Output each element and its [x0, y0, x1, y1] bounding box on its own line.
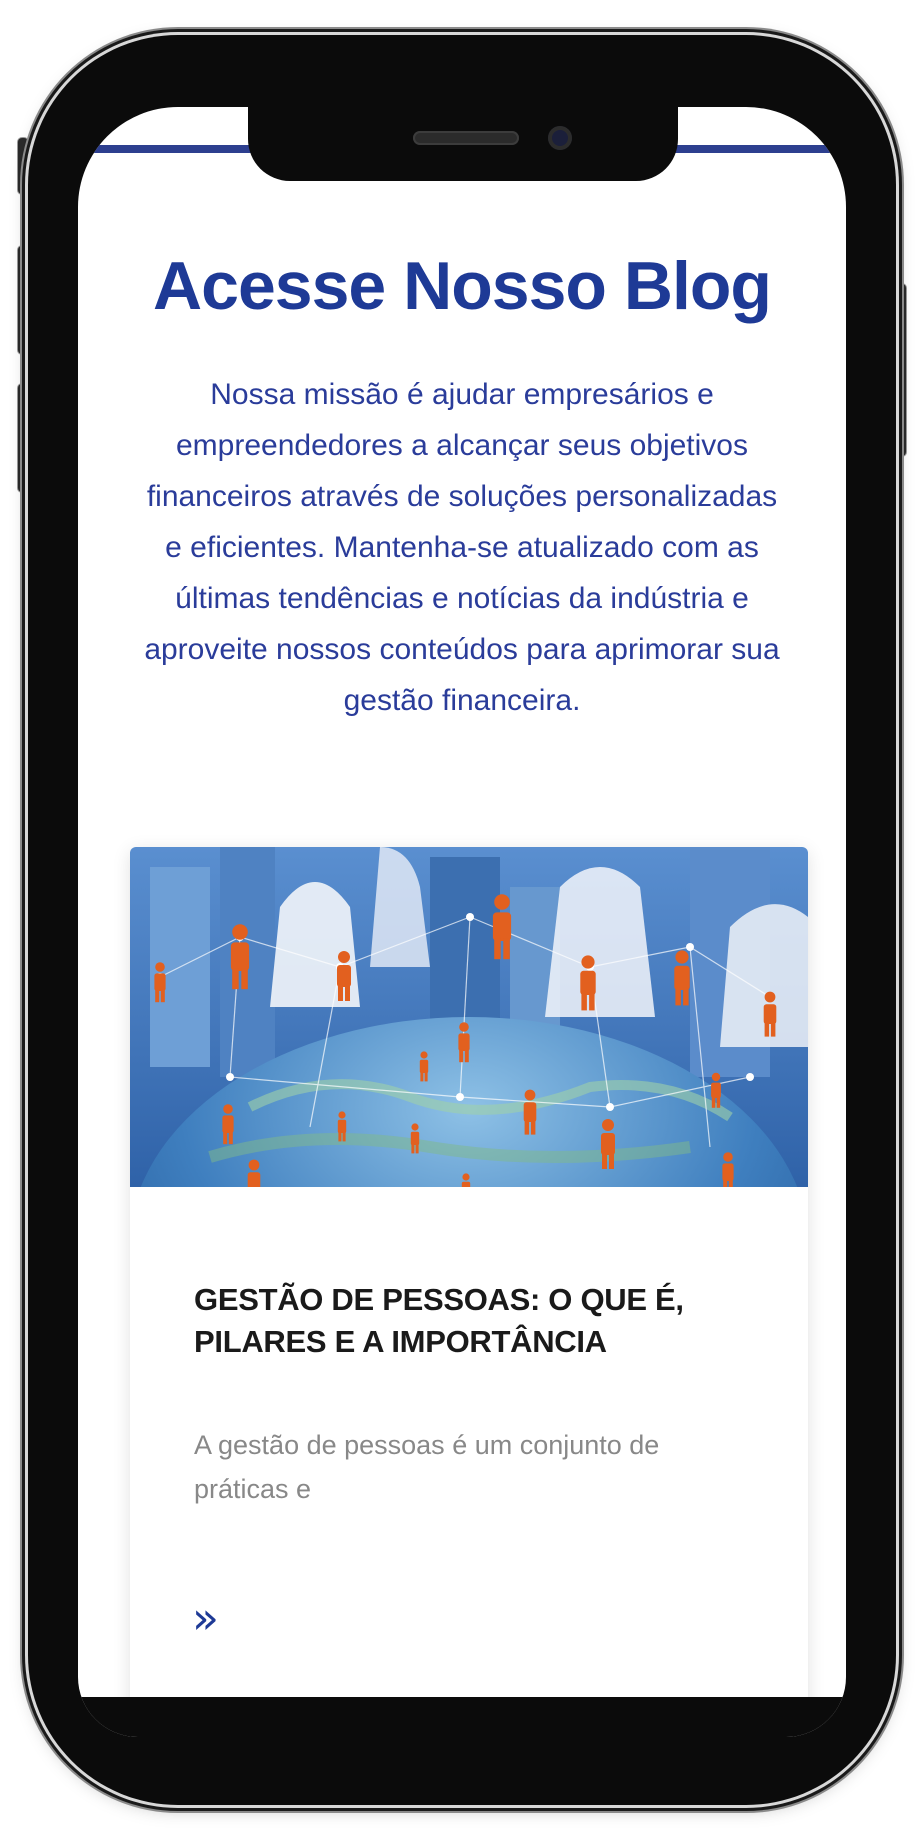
blog-section-title: Acesse Nosso Blog — [153, 248, 772, 324]
screen-bottom-bezel — [78, 1697, 846, 1737]
phone-notch — [248, 107, 678, 181]
volume-up-button — [18, 246, 28, 354]
power-button — [896, 284, 906, 456]
post-excerpt: A gestão de pessoas é um conjunto de prá… — [194, 1430, 660, 1504]
phone-screen: Acesse Nosso Blog Nossa missão é ajudar … — [78, 107, 846, 1737]
volume-down-button — [18, 384, 28, 492]
post-title[interactable]: GESTÃO DE PESSOAS: O QUE É, PILARES E A … — [194, 1279, 754, 1363]
device-mockup: Acesse Nosso Blog Nossa missão é ajudar … — [0, 0, 924, 1840]
people-network-globe-image[interactable] — [130, 847, 808, 1187]
phone-frame: Acesse Nosso Blog Nossa missão é ajudar … — [28, 35, 896, 1805]
mute-switch — [18, 138, 28, 194]
blog-post-card[interactable]: GESTÃO DE PESSOAS: O QUE É, PILARES E A … — [130, 847, 808, 1711]
front-camera — [548, 126, 572, 150]
blog-section-intro: Nossa missão é ajudar empresários e empr… — [144, 378, 780, 717]
earpiece-speaker — [413, 131, 519, 145]
double-chevron-right-icon[interactable]: » — [192, 1597, 232, 1641]
